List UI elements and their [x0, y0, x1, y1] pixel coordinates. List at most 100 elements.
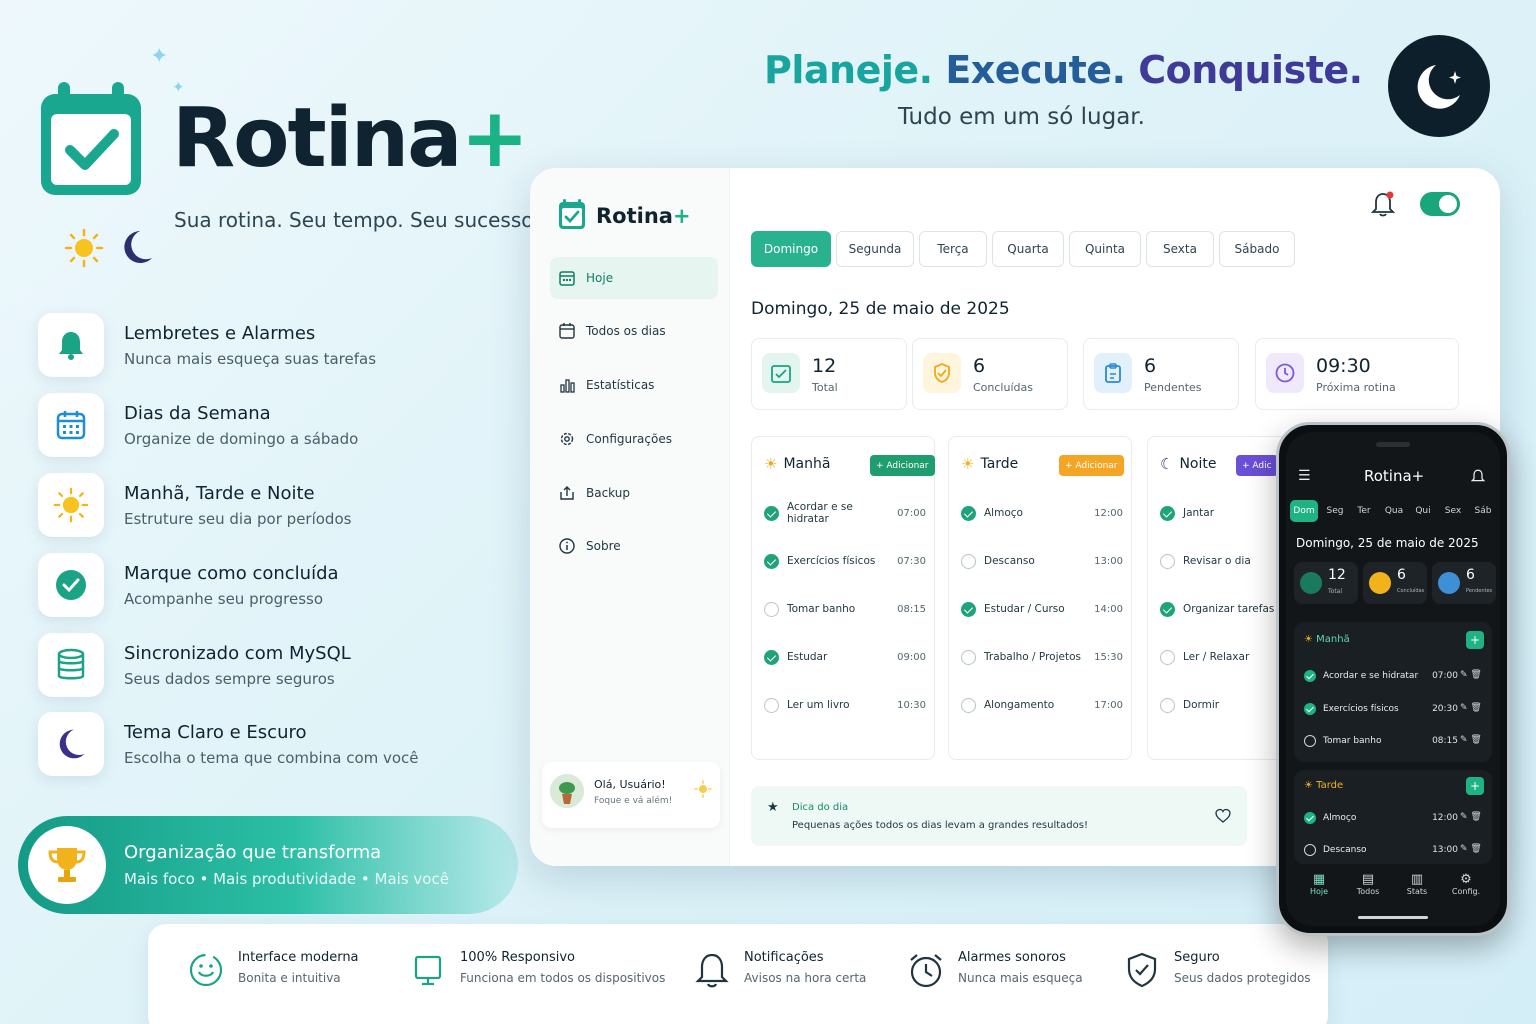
- checkbox[interactable]: [1160, 553, 1175, 569]
- task-item[interactable]: Estudar / Curso 14:00: [961, 599, 1123, 619]
- task-item[interactable]: Trabalho / Projetos 15:30: [961, 647, 1123, 667]
- period-column-noite: ☾ Noite + Adic Jantar Revisar o dia Organ…: [1147, 436, 1297, 760]
- tab-quarta[interactable]: Quarta: [992, 231, 1064, 267]
- task-item[interactable]: Tomar banho 08:15: [764, 599, 926, 619]
- checkbox[interactable]: [1160, 697, 1175, 713]
- tab-sabado[interactable]: Sábado: [1219, 231, 1295, 267]
- nav-item-sobre[interactable]: Sobre: [550, 525, 718, 567]
- checkbox[interactable]: [1160, 649, 1175, 665]
- nav-item-estatisticas[interactable]: Estatísticas: [550, 364, 718, 406]
- phone-task-item[interactable]: Almoço 12:00 ✎ 🗑: [1304, 810, 1484, 826]
- phone-tab-ter[interactable]: Ter: [1350, 500, 1378, 522]
- phone-section-title: ☀ Tarde: [1304, 780, 1344, 791]
- add-task-button[interactable]: + Adicionar: [1059, 455, 1124, 476]
- tab-quinta[interactable]: Quinta: [1069, 231, 1141, 267]
- checkbox-checked[interactable]: [961, 505, 976, 521]
- phone-tab-sab[interactable]: Sáb: [1468, 500, 1498, 522]
- stat-value: 6: [1144, 355, 1157, 377]
- stat-label: Concluídas: [973, 381, 1033, 394]
- moon-icon: [120, 228, 154, 266]
- edit-delete-icons[interactable]: ✎ 🗑: [1460, 735, 1484, 747]
- checkbox-checked[interactable]: [764, 649, 779, 665]
- user-card[interactable]: Olá, Usuário! Foque e vá além!: [542, 762, 720, 828]
- phone-nav-stats[interactable]: ▥ Stats: [1392, 872, 1442, 896]
- sunrise-icon: ☀: [764, 455, 778, 473]
- nav-item-configuracoes[interactable]: Configurações: [550, 418, 718, 460]
- task-item[interactable]: Almoço 12:00: [961, 503, 1123, 523]
- alarm-clock-icon: [906, 950, 946, 990]
- phone-task-item[interactable]: Acordar e se hidratar 07:00 ✎ 🗑: [1304, 668, 1484, 684]
- checkbox-checked[interactable]: [1160, 601, 1175, 617]
- add-task-button[interactable]: + Adic: [1236, 455, 1278, 476]
- edit-delete-icons[interactable]: ✎ 🗑: [1460, 703, 1484, 715]
- phone-task-item[interactable]: Descanso 13:00 ✎ 🗑: [1304, 842, 1484, 858]
- add-task-button[interactable]: +: [1466, 631, 1484, 649]
- phone-nav-label: Config.: [1451, 887, 1481, 896]
- feature-item: Marque como concluída Acompanhe seu progr…: [38, 553, 508, 617]
- add-task-button[interactable]: + Adicionar: [870, 455, 935, 476]
- period-header: ☀ Manhã: [764, 455, 831, 473]
- user-subtitle: Foque e vá além!: [594, 796, 673, 806]
- checkbox[interactable]: [764, 601, 779, 617]
- tab-segunda[interactable]: Segunda: [836, 231, 914, 267]
- phone-nav-config[interactable]: ⚙ Config.: [1441, 872, 1491, 896]
- checkbox-checked[interactable]: [764, 553, 779, 569]
- checkbox[interactable]: [961, 649, 976, 665]
- shield-check-icon: [923, 353, 961, 393]
- feature-title: Marque como concluída: [124, 562, 339, 584]
- calendar-icon: [558, 269, 576, 287]
- nav-label: Estatísticas: [586, 378, 655, 392]
- theme-toggle[interactable]: [1420, 192, 1460, 216]
- bar-chart-icon: [558, 376, 576, 394]
- bell-icon[interactable]: [1470, 468, 1486, 484]
- nav-label: Sobre: [586, 539, 621, 553]
- bell-icon: [692, 950, 732, 990]
- edit-delete-icons[interactable]: ✎ 🗑: [1460, 670, 1484, 682]
- date-title: Domingo, 25 de maio de 2025: [751, 299, 1010, 319]
- add-task-button[interactable]: +: [1466, 777, 1484, 795]
- nav-item-backup[interactable]: Backup: [550, 472, 718, 514]
- checkbox-checked[interactable]: [1160, 505, 1175, 521]
- stat-value: 6: [973, 355, 986, 377]
- tab-domingo[interactable]: Domingo: [751, 231, 831, 267]
- checkbox[interactable]: [961, 697, 976, 713]
- nav-item-todos-os-dias[interactable]: Todos os dias: [550, 310, 718, 352]
- checkbox-checked[interactable]: [1304, 812, 1316, 824]
- theme-toggle-moon-icon[interactable]: [1388, 35, 1490, 137]
- phone-tab-seg[interactable]: Seg: [1320, 500, 1350, 522]
- checkbox[interactable]: [1304, 844, 1316, 856]
- phone-tab-qua[interactable]: Qua: [1379, 500, 1409, 522]
- checkbox[interactable]: [1304, 735, 1316, 747]
- task-item[interactable]: Estudar 09:00: [764, 647, 926, 667]
- menu-icon[interactable]: ☰: [1298, 468, 1311, 484]
- bottom-feature-desc: Funciona em todos os dispositivos: [460, 971, 666, 985]
- phone-task-item[interactable]: Exercícios físicos 20:30 ✎ 🗑: [1304, 701, 1484, 717]
- feature-item: Sincronizado com MySQL Seus dados sempre …: [38, 633, 508, 697]
- task-item[interactable]: Ler um livro 10:30: [764, 695, 926, 715]
- tab-terca[interactable]: Terça: [919, 231, 987, 267]
- edit-delete-icons[interactable]: ✎ 🗑: [1460, 844, 1484, 856]
- task-item[interactable]: Alongamento 17:00: [961, 695, 1123, 715]
- notification-bell-icon[interactable]: [1370, 190, 1396, 218]
- checkbox-checked[interactable]: [1304, 703, 1316, 715]
- checkbox-checked[interactable]: [961, 601, 976, 617]
- checkbox[interactable]: [764, 697, 779, 713]
- phone-task-item[interactable]: Tomar banho 08:15 ✎ 🗑: [1304, 733, 1484, 749]
- heart-icon[interactable]: [1215, 808, 1231, 824]
- checkbox[interactable]: [961, 553, 976, 569]
- bottom-feature-desc: Nunca mais esqueça: [958, 971, 1083, 985]
- phone-tab-sex[interactable]: Sex: [1438, 500, 1468, 522]
- task-item[interactable]: Descanso 13:00: [961, 551, 1123, 571]
- task-item[interactable]: Acordar e se hidratar 07:00: [764, 501, 926, 525]
- phone-tab-dom[interactable]: Dom: [1290, 500, 1318, 522]
- task-item[interactable]: Exercícios físicos 07:30: [764, 551, 926, 571]
- tab-sexta[interactable]: Sexta: [1146, 231, 1214, 267]
- edit-delete-icons[interactable]: ✎ 🗑: [1460, 812, 1484, 824]
- checkbox-checked[interactable]: [764, 505, 779, 521]
- phone-nav-todos[interactable]: ▤ Todos: [1343, 872, 1393, 896]
- nav-item-hoje[interactable]: Hoje: [550, 257, 718, 299]
- phone-tab-qui[interactable]: Qui: [1409, 500, 1437, 522]
- phone-stat-pendentes: 6 Pendentes: [1432, 562, 1496, 604]
- checkbox-checked[interactable]: [1304, 670, 1316, 682]
- phone-nav-hoje[interactable]: ▦ Hoje: [1294, 872, 1344, 896]
